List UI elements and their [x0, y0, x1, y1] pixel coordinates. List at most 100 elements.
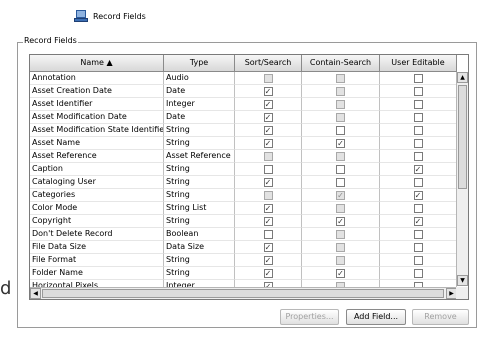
- contain-search-cell: [302, 176, 380, 189]
- user-editable-checkbox[interactable]: [413, 216, 423, 226]
- column-header-user-editable[interactable]: User Editable: [380, 55, 457, 71]
- sort-search-cell: [235, 254, 302, 267]
- scroll-down-icon[interactable]: ▼: [457, 275, 468, 286]
- user-editable-checkbox[interactable]: [413, 229, 423, 239]
- column-header-name[interactable]: Name ▲: [30, 55, 164, 71]
- column-header-sort-search[interactable]: Sort/Search: [235, 55, 302, 71]
- contain-search-checkbox[interactable]: [336, 164, 345, 174]
- add-field-button[interactable]: Add Field...: [346, 309, 406, 325]
- contain-search-checkbox[interactable]: [336, 216, 345, 226]
- scroll-left-icon[interactable]: ◀: [30, 288, 41, 299]
- sort-search-checkbox[interactable]: [263, 164, 273, 174]
- sort-search-checkbox[interactable]: [263, 112, 273, 122]
- contain-search-checkbox: [336, 229, 345, 239]
- scroll-corner: [456, 287, 468, 299]
- contain-search-checkbox[interactable]: [336, 268, 345, 278]
- table-row[interactable]: Don't Delete Record Boolean: [30, 228, 457, 241]
- user-editable-checkbox[interactable]: [413, 255, 423, 265]
- horizontal-scroll-thumb[interactable]: [42, 289, 444, 298]
- sort-search-cell: [235, 150, 302, 163]
- user-editable-checkbox[interactable]: [413, 125, 423, 135]
- user-editable-cell: [380, 202, 457, 215]
- user-editable-checkbox[interactable]: [413, 151, 423, 161]
- table-row[interactable]: Annotation Audio: [30, 72, 457, 85]
- field-name-cell: Asset Identifier: [30, 98, 164, 111]
- tab-record-fields[interactable]: Record Fields: [74, 6, 162, 26]
- sort-search-checkbox[interactable]: [263, 216, 273, 226]
- table-body: AnnotationAudioAsset Creation DateDateAs…: [30, 72, 457, 293]
- field-type-cell: Date: [164, 111, 235, 124]
- table-row[interactable]: Folder Name String: [30, 267, 457, 280]
- scroll-up-icon[interactable]: ▲: [457, 72, 468, 83]
- user-editable-checkbox[interactable]: [413, 203, 423, 213]
- vertical-scroll-thumb[interactable]: [458, 85, 467, 189]
- field-type-cell: Data Size: [164, 241, 235, 254]
- column-header-type[interactable]: Type: [164, 55, 235, 71]
- user-editable-checkbox[interactable]: [413, 268, 423, 278]
- user-editable-checkbox[interactable]: [413, 112, 423, 122]
- table-row[interactable]: Color Mode String List: [30, 202, 457, 215]
- field-name-cell: Copyright: [30, 215, 164, 228]
- contain-search-checkbox: [336, 112, 345, 122]
- table-row[interactable]: Asset Creation Date Date: [30, 85, 457, 98]
- table-row[interactable]: Asset Modification State Identifier Strin…: [30, 124, 457, 137]
- sort-search-checkbox[interactable]: [263, 203, 273, 213]
- field-name-cell: Asset Modification State Identifier: [30, 124, 164, 137]
- sort-search-checkbox[interactable]: [263, 86, 273, 96]
- user-editable-checkbox[interactable]: [413, 86, 423, 96]
- table-row[interactable]: Categories String: [30, 189, 457, 202]
- user-editable-checkbox[interactable]: [413, 99, 423, 109]
- user-editable-cell: [380, 111, 457, 124]
- remove-button[interactable]: Remove: [412, 309, 469, 325]
- user-editable-cell: [380, 150, 457, 163]
- contain-search-checkbox[interactable]: [336, 125, 345, 135]
- user-editable-checkbox[interactable]: [413, 138, 423, 148]
- field-name-cell: Color Mode: [30, 202, 164, 215]
- sort-search-checkbox[interactable]: [263, 125, 273, 135]
- properties-button[interactable]: Properties...: [280, 309, 339, 325]
- sort-search-checkbox[interactable]: [263, 242, 273, 252]
- table-row[interactable]: Copyright String: [30, 215, 457, 228]
- contain-search-cell: [302, 85, 380, 98]
- sort-search-checkbox[interactable]: [263, 229, 273, 239]
- table-row[interactable]: Cataloging User String: [30, 176, 457, 189]
- horizontal-scrollbar[interactable]: ◀ ▶: [30, 287, 457, 299]
- table-row[interactable]: Asset Identifier Integer: [30, 98, 457, 111]
- user-editable-checkbox[interactable]: [413, 164, 423, 174]
- user-editable-checkbox[interactable]: [413, 73, 423, 83]
- contain-search-cell: [302, 254, 380, 267]
- sort-search-cell: [235, 267, 302, 280]
- user-editable-cell: [380, 85, 457, 98]
- field-name-cell: Asset Name: [30, 137, 164, 150]
- field-type-cell: String: [164, 124, 235, 137]
- table-row[interactable]: Caption String: [30, 163, 457, 176]
- table-row[interactable]: File Data Size Data Size: [30, 241, 457, 254]
- user-editable-checkbox[interactable]: [413, 190, 423, 200]
- field-name-cell: Caption: [30, 163, 164, 176]
- user-editable-cell: [380, 98, 457, 111]
- table-row[interactable]: File Format String: [30, 254, 457, 267]
- sort-search-checkbox[interactable]: [263, 99, 273, 109]
- sort-search-checkbox[interactable]: [263, 138, 273, 148]
- column-header-contain-search[interactable]: Contain-Search: [302, 55, 380, 71]
- contain-search-checkbox[interactable]: [336, 138, 345, 148]
- user-editable-checkbox[interactable]: [413, 242, 423, 252]
- sort-search-checkbox[interactable]: [263, 177, 273, 187]
- sort-search-cell: [235, 163, 302, 176]
- vertical-scrollbar[interactable]: ▲ ▼: [456, 72, 468, 286]
- sort-search-checkbox: [263, 190, 273, 200]
- field-name-cell: Cataloging User: [30, 176, 164, 189]
- contain-search-checkbox[interactable]: [336, 177, 345, 187]
- field-type-cell: String: [164, 137, 235, 150]
- sort-search-checkbox[interactable]: [263, 255, 273, 265]
- table-row[interactable]: Asset Reference Asset Reference: [30, 150, 457, 163]
- sort-search-cell: [235, 176, 302, 189]
- sort-search-cell: [235, 111, 302, 124]
- table-row[interactable]: Asset Modification Date Date: [30, 111, 457, 124]
- user-editable-checkbox[interactable]: [413, 177, 423, 187]
- field-name-cell: Asset Reference: [30, 150, 164, 163]
- user-editable-cell: [380, 241, 457, 254]
- contain-search-checkbox: [336, 151, 345, 161]
- sort-search-checkbox[interactable]: [263, 268, 273, 278]
- table-row[interactable]: Asset Name String: [30, 137, 457, 150]
